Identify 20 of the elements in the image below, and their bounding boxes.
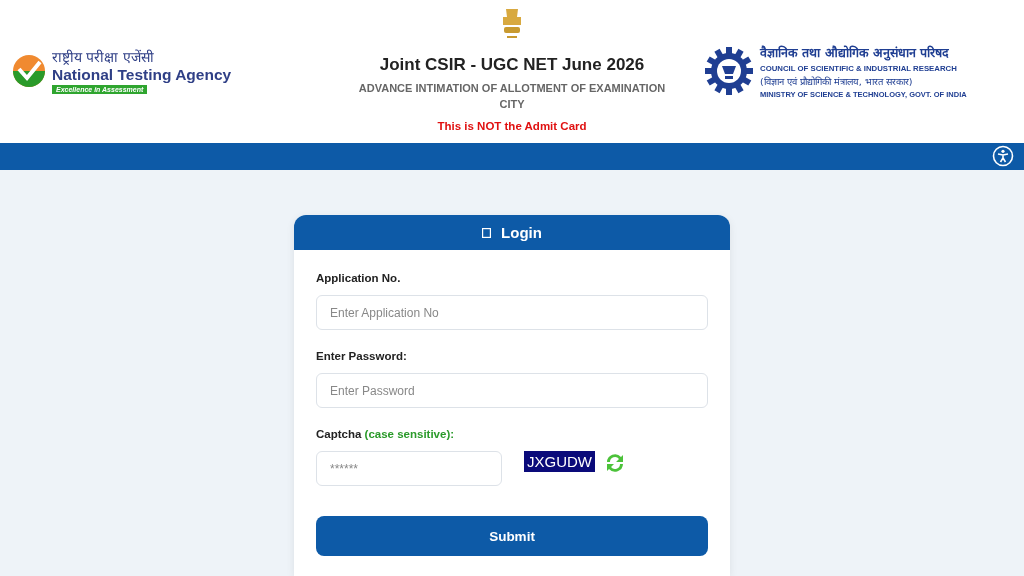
login-title: Login <box>501 224 542 241</box>
submit-button[interactable]: Submit <box>316 516 708 556</box>
gear-logo-icon <box>704 46 754 97</box>
input-field[interactable]: Enter Application No <box>316 295 708 330</box>
field-label: Enter Password: <box>316 350 408 362</box>
exam-title: Joint CSIR - UGC NET June 2026 <box>379 54 645 75</box>
captcha-label: Captcha (case sensitive): <box>316 428 456 440</box>
agency-name: National Testing Agency <box>52 65 232 84</box>
agency-hindi-name: राष्ट्रीय परीक्षा एजेंसी <box>52 48 154 66</box>
captcha-field[interactable]: ****** <box>316 451 502 486</box>
admit-card-notice: This is NOT the Admit Card <box>437 119 587 132</box>
page-subtitle: ADVANCE INTIMATION OF ALLOTMENT OF EXAMINATION CITY <box>357 80 667 112</box>
ministry-hindi-name: (विज्ञान एवं प्रौद्योगिकी मंत्रालय, भारत सरकार) <box>760 74 913 88</box>
council-hindi-name: वैज्ञानिक तथा औद्योगिक अनुसंधान परिषद <box>760 43 950 61</box>
field-label: Application No. <box>316 272 402 284</box>
input-field[interactable]: Enter Password <box>316 373 708 408</box>
accessibility-icon[interactable] <box>992 145 1014 168</box>
nta-logo-icon <box>12 54 46 89</box>
captcha-image: JXGUDW <box>524 451 595 472</box>
square-icon <box>482 227 492 238</box>
